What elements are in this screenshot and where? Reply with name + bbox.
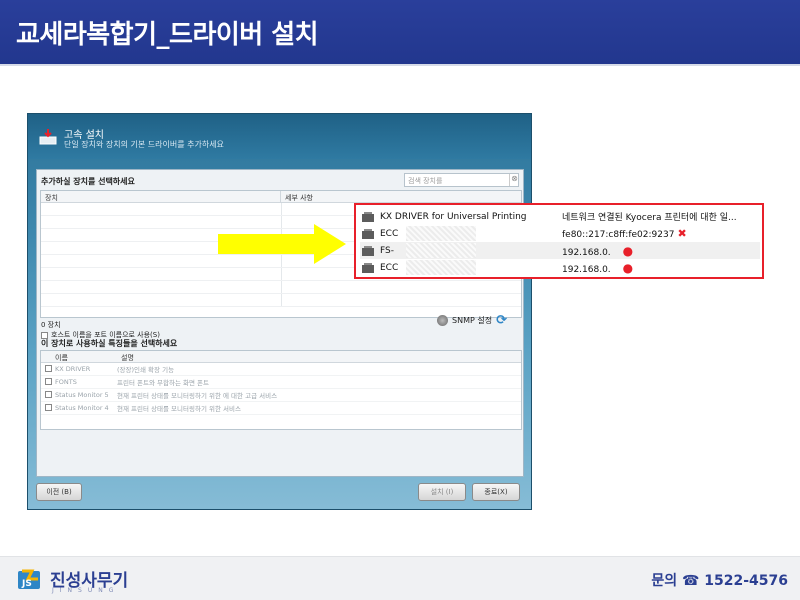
column-desc[interactable]: 설명 bbox=[117, 351, 138, 362]
redacted-area bbox=[406, 243, 476, 258]
yellow-arrow-icon bbox=[218, 224, 346, 264]
printer-icon bbox=[362, 262, 374, 273]
svg-text:JS: JS bbox=[21, 579, 32, 589]
redacted-area bbox=[406, 260, 476, 275]
device-count: 0 장치 bbox=[41, 321, 61, 329]
printer-desc: fe80::217:c8ff:fe02:9237 ✖ bbox=[562, 227, 687, 240]
feature-checkbox[interactable] bbox=[45, 364, 52, 372]
feature-row[interactable]: Status Monitor 5 현재 프린터 상태를 모니터링하기 위한 에 … bbox=[41, 389, 521, 402]
table-row[interactable] bbox=[41, 294, 521, 307]
feature-desc: 현재 프린터 상태를 모니터링하기 위한 에 대한 고급 서비스 bbox=[117, 392, 278, 400]
printer-icon bbox=[38, 128, 58, 146]
feature-checkbox[interactable] bbox=[45, 377, 52, 385]
back-button[interactable]: 이전 (B) bbox=[36, 483, 82, 501]
feature-desc: (장장)인쇄 확장 기능 bbox=[117, 366, 175, 374]
feature-name: FONTS bbox=[55, 378, 77, 386]
exit-button[interactable]: 종료(X) bbox=[472, 483, 520, 501]
slide: 교세라복합기_드라이버 설치 고속 설치 단일 장치와 장치의 기본 드라이버를… bbox=[0, 0, 800, 600]
red-dot-icon: ● bbox=[622, 260, 634, 275]
table-row[interactable] bbox=[41, 281, 521, 294]
column-device[interactable]: 장치 bbox=[41, 191, 281, 202]
printer-desc: 192.168.0. ● bbox=[562, 260, 634, 275]
js-logo-icon: JS bbox=[18, 569, 40, 589]
list-item[interactable]: FS- 192.168.0. ● bbox=[360, 242, 760, 259]
feature-name: Status Monitor 5 bbox=[55, 391, 109, 399]
feature-table-header: 이름 설명 bbox=[41, 351, 521, 363]
installer-subtitle: 단일 장치와 장치의 기본 드라이버를 추가하세요 bbox=[64, 140, 224, 149]
column-name[interactable]: 이름 bbox=[41, 351, 117, 362]
printer-icon bbox=[362, 245, 374, 256]
feature-desc: 프린터 폰트와 무합하는 화면 폰트 bbox=[117, 379, 209, 387]
feature-name: KX DRIVER bbox=[55, 365, 91, 373]
printer-icon bbox=[362, 211, 374, 222]
list-item[interactable]: ECC 192.168.0. ● bbox=[360, 259, 760, 276]
column-details[interactable]: 세부 사항 bbox=[281, 191, 317, 202]
snmp-settings[interactable]: SNMP 설정 ⟳ bbox=[437, 313, 507, 328]
printer-icon bbox=[362, 228, 374, 239]
feature-row[interactable]: KX DRIVER (장장)인쇄 확장 기능 bbox=[41, 363, 521, 376]
feature-section-title: 이 장치로 사용하실 특징들을 선택하세요 bbox=[41, 339, 178, 348]
installer-window: 고속 설치 단일 장치와 장치의 기본 드라이버를 추가하세요 추가하실 장치를… bbox=[27, 113, 532, 510]
printer-desc: 192.168.0. ● bbox=[562, 243, 634, 258]
list-item[interactable]: KX DRIVER for Universal Printing 네트워크 연결… bbox=[360, 208, 760, 225]
header-divider bbox=[0, 64, 800, 66]
snmp-label: SNMP 설정 bbox=[452, 316, 493, 325]
header-band: 교세라복합기_드라이버 설치 bbox=[0, 0, 800, 64]
contact-phone: 문의 ☎ 1522-4576 bbox=[651, 573, 788, 589]
printer-name: KX DRIVER for Universal Printing bbox=[380, 211, 527, 222]
feature-row[interactable]: FONTS 프린터 폰트와 무합하는 화면 폰트 bbox=[41, 376, 521, 389]
page-title: 교세라복합기_드라이버 설치 bbox=[16, 20, 319, 50]
printer-list-callout: KX DRIVER for Universal Printing 네트워크 연결… bbox=[354, 203, 764, 279]
list-item[interactable]: ECC fe80::217:c8ff:fe02:9237 ✖ bbox=[360, 225, 760, 242]
feature-name: Status Monitor 4 bbox=[55, 404, 109, 412]
printer-desc: 네트워크 연결된 Kyocera 프린터에 대한 일... bbox=[562, 213, 737, 223]
redacted-area bbox=[406, 226, 476, 241]
snmp-icon bbox=[437, 315, 448, 326]
red-dot-icon: ● bbox=[622, 243, 634, 258]
feature-row[interactable]: Status Monitor 4 현재 프린터 상태를 모니터링하기 위한 서비… bbox=[41, 402, 521, 415]
footer: JS 진성사무기 JINSUNG 문의 ☎ 1522-4576 bbox=[0, 556, 800, 600]
feature-checkbox[interactable] bbox=[45, 403, 52, 411]
feature-desc: 현재 프린터 상태를 모니터링하기 위한 서비스 bbox=[117, 405, 241, 413]
device-section-title: 추가하실 장치를 선택하세요 bbox=[41, 177, 135, 186]
feature-table: 이름 설명 KX DRIVER (장장)인쇄 확장 기능 FONTS 프린터 폰… bbox=[40, 350, 522, 430]
search-input[interactable]: 검색 장치를 bbox=[404, 173, 519, 187]
x-mark-icon: ✖ bbox=[677, 227, 687, 240]
company-logo-sub: JINSUNG bbox=[52, 587, 120, 594]
search-icon[interactable]: ⊗ bbox=[509, 174, 519, 186]
feature-checkbox[interactable] bbox=[45, 390, 52, 398]
install-button[interactable]: 설치 (I) bbox=[418, 483, 466, 501]
device-table-header: 장치 세부 사항 bbox=[41, 191, 521, 203]
refresh-icon[interactable]: ⟳ bbox=[496, 313, 507, 328]
